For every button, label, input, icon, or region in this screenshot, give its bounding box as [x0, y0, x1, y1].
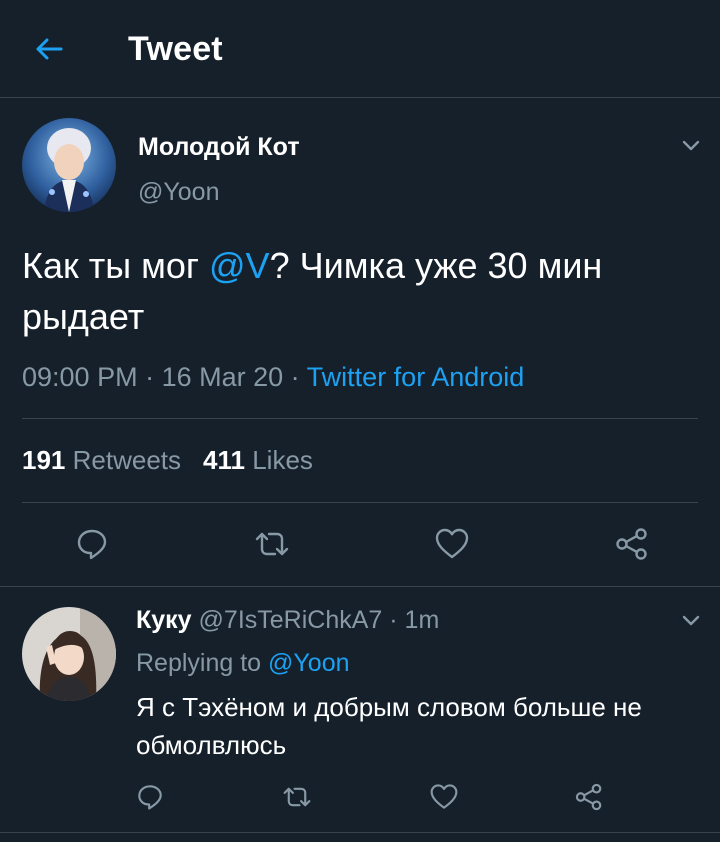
avatar-image — [22, 607, 116, 701]
author-name[interactable]: Молодой Кот — [138, 133, 300, 162]
top-bar: Tweet — [0, 0, 720, 98]
reply-author-handle[interactable]: @7IsTeRiChkA7 — [199, 606, 383, 634]
reply-text: Я с Тэхёном и добрым словом больше не об… — [136, 692, 642, 760]
tweet-text: Как ты мог @V? Чимка уже 30 мин рыдает — [22, 240, 682, 342]
reply-reply-button[interactable] — [132, 778, 168, 816]
replying-handle-link[interactable]: @Yoon — [268, 649, 349, 677]
likes-stat[interactable]: 411 Likes — [203, 445, 313, 475]
reply-button[interactable] — [72, 522, 112, 566]
meta-separator: · — [137, 362, 162, 392]
back-arrow-icon — [36, 38, 63, 60]
share-icon — [575, 783, 602, 811]
reply-icon — [138, 785, 162, 810]
like-icon — [430, 784, 458, 809]
tweet-stats: 191 Retweets 411 Likes — [22, 445, 313, 476]
reply-share-button[interactable] — [570, 778, 608, 816]
tweet-date: 16 Mar 20 — [161, 362, 284, 392]
section-divider — [0, 586, 720, 587]
mention-link[interactable]: @V — [209, 245, 270, 286]
reply-icon — [77, 529, 107, 560]
reply-author-name[interactable]: Куку — [136, 606, 192, 634]
share-button[interactable] — [610, 522, 654, 566]
author-handle[interactable]: @Yoon — [138, 178, 219, 207]
retweets-count: 191 — [22, 445, 66, 475]
retweet-icon — [255, 532, 289, 556]
tweet-detail-screen: Tweet Молодой Кот @Yoon Как ты мог @V? Ч… — [0, 0, 720, 842]
likes-label: Likes — [252, 445, 313, 475]
divider — [22, 502, 698, 503]
reply-time: · 1m — [389, 606, 440, 634]
tweet-time: 09:00 PM — [22, 362, 138, 392]
retweets-label: Retweets — [72, 445, 182, 475]
retweets-stat[interactable]: 191 Retweets — [22, 445, 181, 475]
tweet-text-part: Как ты мог — [22, 245, 210, 286]
tweet-options-button[interactable] — [676, 130, 706, 160]
client-link[interactable]: Twitter for Android — [307, 362, 525, 392]
like-icon — [435, 528, 469, 559]
divider — [22, 418, 698, 419]
back-button[interactable] — [26, 26, 72, 72]
share-icon — [616, 528, 647, 560]
page-title: Tweet — [128, 30, 223, 68]
replying-label: Replying to — [136, 649, 262, 677]
reply-header: Куку @7IsTeRiChkA7 · 1m — [136, 606, 439, 635]
retweet-button[interactable] — [250, 522, 294, 566]
chevron-down-icon — [682, 140, 700, 151]
retweet-icon — [283, 787, 311, 807]
reply-like-button[interactable] — [425, 778, 463, 816]
like-button[interactable] — [430, 522, 474, 566]
replying-to: Replying to @Yoon — [136, 649, 350, 678]
tweet-meta: 09:00 PM · 16 Mar 20 · Twitter for Andro… — [22, 362, 524, 393]
section-divider — [0, 832, 720, 833]
avatar-image — [22, 118, 116, 212]
meta-separator: · — [283, 362, 307, 392]
reply-author-avatar[interactable] — [22, 607, 116, 701]
reply-options-button[interactable] — [676, 605, 706, 635]
likes-count: 411 — [203, 445, 245, 475]
author-avatar[interactable] — [22, 118, 116, 212]
chevron-down-icon — [682, 615, 700, 626]
reply-retweet-button[interactable] — [278, 778, 316, 816]
